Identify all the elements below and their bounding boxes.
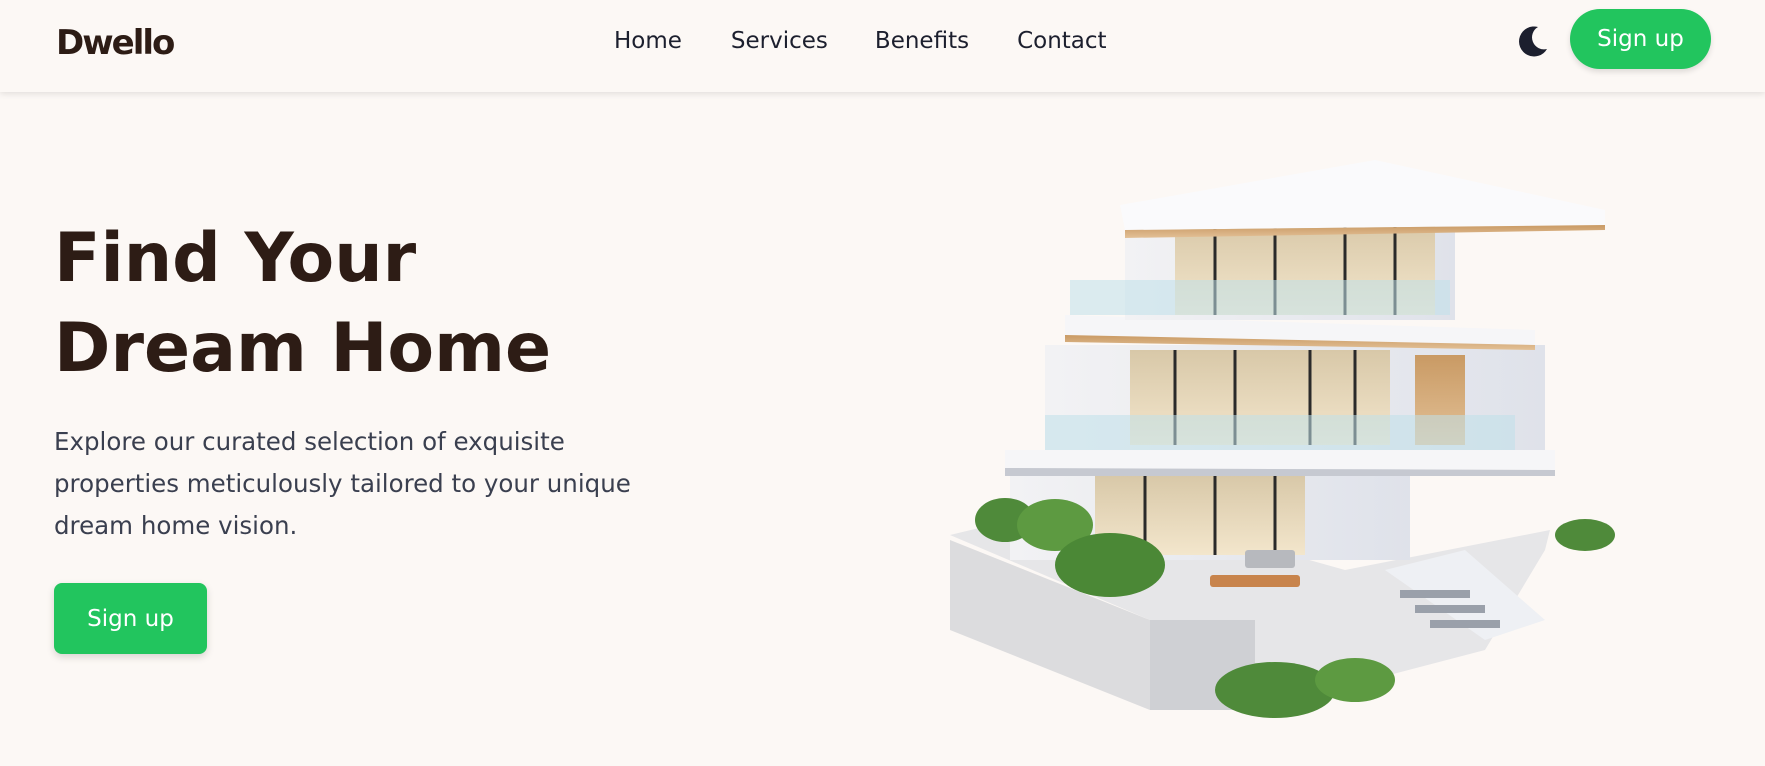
hero-title-line-2: Dream Home — [54, 309, 552, 388]
nav-contact[interactable]: Contact — [1017, 26, 1106, 56]
nav-home[interactable]: Home — [614, 26, 682, 56]
hero-signup-button[interactable]: Sign up — [54, 583, 207, 654]
nav-benefits[interactable]: Benefits — [875, 26, 969, 56]
main-nav: Home Services Benefits Contact — [614, 26, 1107, 56]
hero-description: Explore our curated selection of exquisi… — [54, 427, 631, 540]
moon-icon[interactable] — [1516, 24, 1550, 58]
hero-title-line-1: Find Your — [54, 219, 417, 298]
nav-services[interactable]: Services — [731, 26, 828, 56]
logo[interactable]: Dwello — [56, 22, 175, 64]
header-signup-button[interactable]: Sign up — [1570, 9, 1711, 69]
hero-title: Find Your Dream Home — [54, 214, 754, 394]
house-image — [945, 150, 1705, 720]
site-header: Dwello Home Services Benefits Contact Si… — [0, 0, 1765, 92]
